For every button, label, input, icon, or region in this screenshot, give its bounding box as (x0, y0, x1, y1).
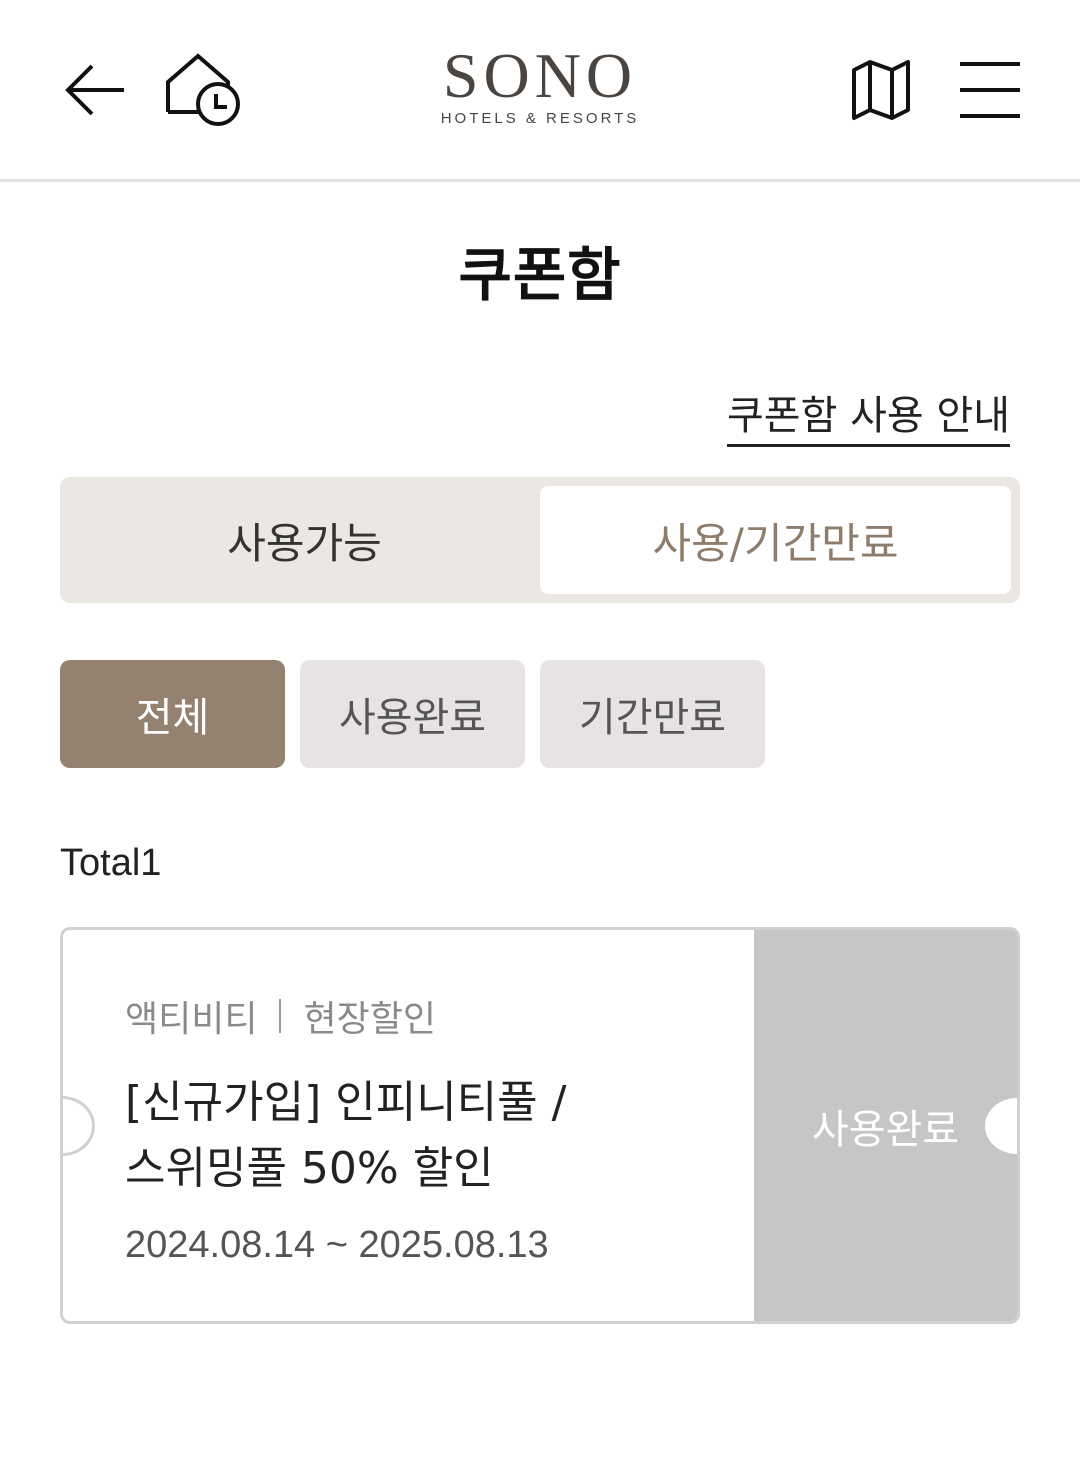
back-arrow-icon[interactable] (62, 58, 128, 122)
ticket-notch-left (63, 1096, 95, 1156)
coupon-guide-link[interactable]: 쿠폰함 사용 안내 (726, 390, 1010, 447)
coupon-title-line2: 스위밍풀 50% 할인 (125, 1143, 494, 1194)
coupon-type: 현장할인 (303, 999, 436, 1040)
tab-available[interactable]: 사용가능 (69, 486, 540, 594)
page-title: 쿠폰함 (458, 241, 622, 309)
tab-used-expired[interactable]: 사용/기간만료 (540, 486, 1011, 594)
category-divider (279, 999, 282, 1033)
logo-wordmark: SONO (442, 40, 638, 111)
coupon-period: 2024.08.14 ~ 2025.08.13 (125, 1224, 549, 1266)
logo-tagline: HOTELS & RESORTS (440, 110, 640, 127)
filter-chip-used[interactable]: 사용완료 (300, 660, 525, 768)
coupon-category: 액티비티 (125, 999, 258, 1040)
coupon-title: [신규가입] 인피니티풀 / 스위밍풀 50% 할인 (125, 1070, 685, 1202)
coupon-title-line1: [신규가입] 인피니티풀 / (125, 1077, 567, 1128)
coupon-box-page: SONO HOTELS & RESORTS 쿠폰함 쿠폰함 사용 안내 사용가능… (0, 0, 1080, 1467)
hamburger-menu-icon[interactable] (958, 60, 1022, 120)
coupon-status-panel: 사용완료 (754, 930, 1017, 1321)
filter-chips: 전체 사용완료 기간만료 (60, 660, 765, 768)
map-icon[interactable] (848, 58, 914, 122)
coupon-category-row: 액티비티 현장할인 (125, 990, 436, 1042)
top-header: SONO HOTELS & RESORTS (0, 0, 1080, 182)
recent-home-clock-icon[interactable] (164, 52, 244, 128)
filter-chip-all[interactable]: 전체 (60, 660, 285, 768)
total-count: Total1 (60, 842, 162, 884)
coupon-status-label: 사용완료 (811, 1106, 960, 1153)
sono-logo[interactable]: SONO HOTELS & RESORTS (390, 40, 690, 140)
filter-chip-expired[interactable]: 기간만료 (540, 660, 765, 768)
status-segment-tabs: 사용가능 사용/기간만료 (60, 477, 1020, 603)
coupon-card[interactable]: 액티비티 현장할인 [신규가입] 인피니티풀 / 스위밍풀 50% 할인 202… (60, 927, 1020, 1324)
